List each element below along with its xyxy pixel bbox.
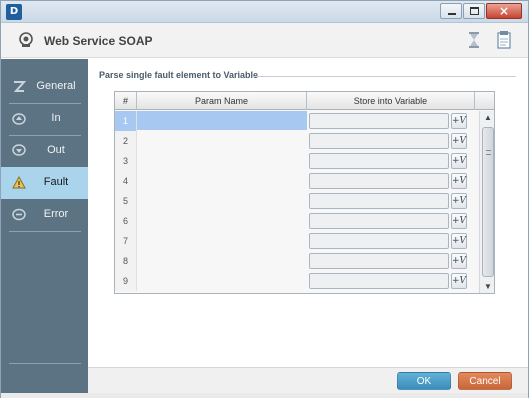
sidebar-item-label: Error	[43, 208, 69, 220]
sidebar-item-label: General	[36, 80, 76, 92]
error-icon	[12, 208, 26, 221]
cancel-button[interactable]: Cancel	[458, 372, 512, 390]
table-row[interactable]: 6 +V	[115, 211, 494, 231]
group-title: Parse single fault element to Variable	[99, 70, 259, 80]
close-icon: ×	[498, 4, 510, 18]
variable-input[interactable]	[309, 113, 449, 129]
param-name-cell[interactable]	[137, 171, 307, 190]
in-icon	[12, 113, 26, 125]
notes-icon[interactable]	[497, 31, 511, 49]
sidebar-item-out[interactable]: Out	[1, 135, 88, 167]
column-header-number[interactable]: #	[115, 92, 137, 110]
row-number: 9	[115, 271, 137, 291]
sidebar-divider	[9, 231, 81, 232]
sidebar-item-label: Out	[47, 144, 65, 156]
variable-input[interactable]	[309, 153, 449, 169]
insert-variable-button[interactable]: +V	[451, 213, 467, 229]
dialog-header: Web Service SOAP	[1, 23, 528, 58]
insert-variable-button[interactable]: +V	[451, 133, 467, 149]
app-logo-icon: D	[6, 4, 22, 20]
table-row[interactable]: 5 +V	[115, 191, 494, 211]
insert-variable-button[interactable]: +V	[451, 153, 467, 169]
ok-button[interactable]: OK	[397, 372, 451, 390]
variable-input[interactable]	[309, 193, 449, 209]
dialog-footer: OK Cancel	[88, 367, 528, 393]
dialog-window: D × Web Service SOAP General In Out Faul…	[0, 0, 529, 398]
table-header: # Param Name Store into Variable	[115, 92, 494, 110]
column-header-store-variable[interactable]: Store into Variable	[307, 92, 475, 110]
window-controls: ×	[440, 3, 522, 19]
minimize-icon	[448, 13, 456, 15]
sidebar-item-in[interactable]: In	[1, 103, 88, 135]
scrollbar-thumb[interactable]	[482, 127, 494, 277]
variable-input[interactable]	[309, 213, 449, 229]
table-row[interactable]: 2 +V	[115, 131, 494, 151]
variable-input[interactable]	[309, 233, 449, 249]
sidebar-item-error[interactable]: Error	[1, 199, 88, 231]
dialog-title: Web Service SOAP	[44, 34, 153, 48]
variable-input[interactable]	[309, 273, 449, 289]
param-name-cell[interactable]	[137, 271, 307, 290]
web-service-icon	[19, 32, 33, 47]
insert-variable-button[interactable]: +V	[451, 253, 467, 269]
param-name-cell[interactable]	[137, 151, 307, 170]
table-scrollbar[interactable]: ▲ ▼	[479, 111, 494, 293]
general-icon	[13, 81, 26, 92]
maximize-button[interactable]	[463, 3, 485, 19]
sidebar-nav: General In Out Fault Error	[1, 59, 88, 393]
insert-variable-button[interactable]: +V	[451, 233, 467, 249]
grip-icon	[486, 150, 491, 155]
table-row[interactable]: 3 +V	[115, 151, 494, 171]
fault-panel: Parse single fault element to Variable #…	[88, 59, 528, 367]
insert-variable-button[interactable]: +V	[451, 173, 467, 189]
column-header-param-name[interactable]: Param Name	[137, 92, 307, 110]
param-name-cell[interactable]	[137, 111, 307, 130]
fault-icon	[12, 176, 26, 189]
variable-input[interactable]	[309, 253, 449, 269]
sidebar-item-label: In	[51, 112, 61, 124]
hourglass-icon[interactable]	[467, 31, 481, 49]
param-name-cell[interactable]	[137, 231, 307, 250]
scroll-down-icon[interactable]: ▼	[480, 280, 494, 293]
row-number: 2	[115, 131, 137, 151]
insert-variable-button[interactable]: +V	[451, 193, 467, 209]
bottom-border	[1, 393, 528, 398]
table-row[interactable]: 8 +V	[115, 251, 494, 271]
insert-variable-button[interactable]: +V	[451, 273, 467, 289]
row-number: 5	[115, 191, 137, 211]
scroll-up-icon[interactable]: ▲	[480, 111, 494, 125]
variable-input[interactable]	[309, 133, 449, 149]
param-name-cell[interactable]	[137, 251, 307, 270]
param-name-cell[interactable]	[137, 191, 307, 210]
close-button[interactable]: ×	[486, 3, 522, 19]
insert-variable-button[interactable]: +V	[451, 113, 467, 129]
out-icon	[12, 144, 26, 156]
row-number: 6	[115, 211, 137, 231]
table-row[interactable]: 9 +V	[115, 271, 494, 291]
row-number: 8	[115, 251, 137, 271]
row-number: 3	[115, 151, 137, 171]
sidebar-item-fault[interactable]: Fault	[1, 167, 88, 199]
row-number: 1	[115, 111, 137, 131]
group-divider	[252, 76, 516, 77]
param-name-cell[interactable]	[137, 211, 307, 230]
param-name-cell[interactable]	[137, 131, 307, 150]
table-row[interactable]: 4 +V	[115, 171, 494, 191]
table-row[interactable]: 7 +V	[115, 231, 494, 251]
sidebar-divider	[9, 363, 81, 364]
sidebar-item-label: Fault	[43, 176, 69, 188]
sidebar-item-general[interactable]: General	[1, 71, 88, 103]
row-number: 7	[115, 231, 137, 251]
maximize-icon	[470, 7, 479, 15]
variable-input[interactable]	[309, 173, 449, 189]
table-row[interactable]: 1 +V	[115, 111, 494, 131]
fault-params-table: # Param Name Store into Variable 1 +V 2 …	[114, 91, 495, 294]
title-bar[interactable]: D ×	[1, 1, 528, 23]
row-number: 4	[115, 171, 137, 191]
minimize-button[interactable]	[440, 3, 462, 19]
